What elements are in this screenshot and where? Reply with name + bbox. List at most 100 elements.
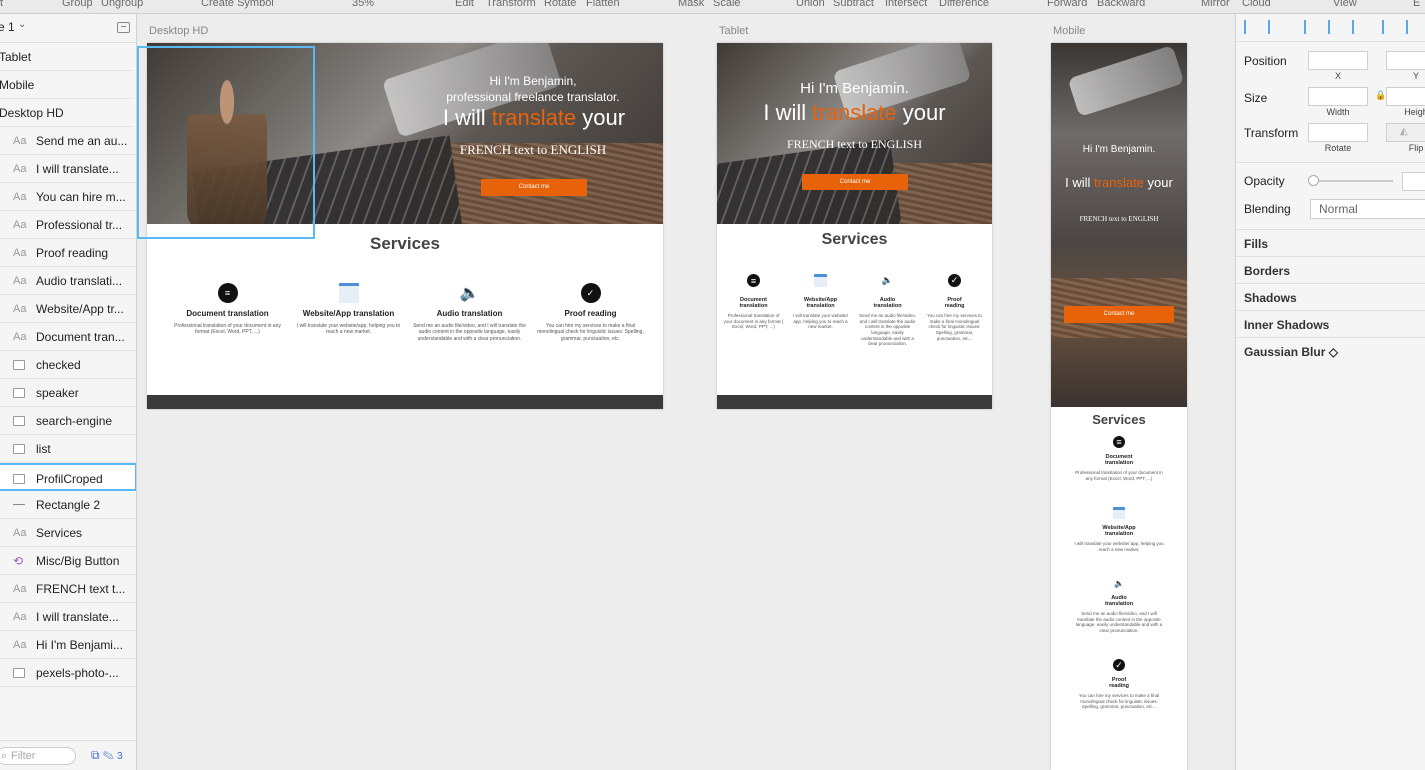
layer-artboard-tablet[interactable]: Tablet (0, 43, 134, 71)
inspector-section-inner-shadows[interactable]: Inner Shadows (1236, 310, 1425, 337)
align-center-icon[interactable] (1328, 20, 1341, 34)
layer-item[interactable]: pexels-photo-... (0, 659, 136, 687)
inspector-section-shadows[interactable]: Shadows (1236, 283, 1425, 310)
inspector-section-borders[interactable]: Borders (1236, 256, 1425, 283)
layer-item[interactable]: Aa FRENCH text t... (0, 575, 136, 603)
flip-button[interactable]: ◭ (1386, 123, 1425, 142)
service-description: Send me an audio file/video, and I will … (413, 323, 526, 342)
alignment-toolbar (1236, 14, 1425, 42)
difference-button[interactable]: Difference (939, 0, 989, 9)
ungroup-button[interactable]: Ungroup (101, 0, 143, 9)
layer-item[interactable]: ProfilCroped (0, 463, 136, 491)
y-field[interactable] (1386, 51, 1425, 70)
view-button[interactable]: View (1333, 0, 1357, 9)
align-left-icon[interactable] (1304, 20, 1317, 34)
height-field[interactable] (1386, 87, 1425, 106)
flip-label: Flip (1408, 143, 1424, 153)
align-right-icon[interactable] (1352, 20, 1365, 34)
edit-button[interactable]: Edit (455, 0, 474, 9)
zoom-level[interactable]: 35% (352, 0, 374, 9)
subtract-button[interactable]: Subtract (833, 0, 874, 9)
filter-icons[interactable]: ⧉ ✎ 3 (91, 748, 123, 763)
rotate-button[interactable]: Rotate (544, 0, 576, 9)
text-layer-icon: Aa (13, 331, 27, 343)
layer-item[interactable]: Aa Send me an au... (0, 127, 136, 155)
layer-item[interactable]: Aa Document tran... (0, 323, 136, 351)
rotate-field[interactable] (1308, 123, 1368, 142)
layer-item[interactable]: search-engine (0, 407, 136, 435)
inspector-section-fills[interactable]: Fills (1236, 229, 1425, 256)
image-layer-icon (13, 388, 25, 398)
layer-artboard-desktop-hd[interactable]: Desktop HD (0, 99, 134, 127)
backward-button[interactable]: Backward (1097, 0, 1145, 9)
artboard-mobile[interactable]: Hi I'm Benjamin. I will translate your F… (1051, 43, 1187, 770)
hero-language-pair: FRENCH text to ENGLISH (1079, 215, 1159, 223)
layer-item[interactable]: Aa Website/App tr... (0, 295, 136, 323)
opacity-field[interactable] (1402, 172, 1425, 191)
layer-item[interactable]: speaker (0, 379, 136, 407)
distribute-horizontal-icon[interactable] (1244, 20, 1257, 34)
scale-button[interactable]: Scale (713, 0, 741, 9)
contact-button[interactable]: Contact me (802, 174, 908, 190)
opacity-slider-handle[interactable] (1308, 175, 1319, 186)
filter-input[interactable]: ⌕ Filter (0, 747, 76, 765)
page-selector[interactable]: e 1⌄ (0, 14, 136, 43)
selection-outline[interactable] (137, 46, 315, 239)
layer-item[interactable]: Aa Proof reading (0, 239, 136, 267)
layer-item[interactable]: checked (0, 351, 136, 379)
artboard-label-desktop[interactable]: Desktop HD (149, 25, 208, 37)
layer-item[interactable]: Aa Hi I'm Benjami... (0, 631, 136, 659)
inspector-section-gaussian-blur[interactable]: Gaussian Blur ◇ (1236, 337, 1425, 364)
text-layer-icon: Aa (13, 219, 27, 231)
image-layer-icon (13, 444, 25, 454)
layer-item[interactable]: Aa I will translate... (0, 155, 136, 183)
service-card: Website/App translation I will translate … (288, 283, 409, 336)
flatten-button[interactable]: Flatten (586, 0, 620, 9)
blending-select[interactable]: Normal (1310, 199, 1425, 219)
speaker-icon: 🔈 (1114, 578, 1124, 588)
layer-item[interactable]: list (0, 435, 136, 463)
hero-headline: I will translate your (763, 100, 946, 125)
union-button[interactable]: Union (796, 0, 825, 9)
group-button[interactable]: Group (62, 0, 93, 9)
artboard-tablet[interactable]: Hi I'm Benjamin. I will translate your F… (717, 43, 992, 409)
chevron-down-icon[interactable]: ⌄ (18, 19, 26, 30)
contact-button[interactable]: Contact me (481, 179, 587, 196)
transform-button[interactable]: Transform (486, 0, 536, 9)
artboard-label-tablet[interactable]: Tablet (719, 25, 748, 37)
service-title: translation (873, 303, 902, 309)
rotate-label: Rotate (1324, 143, 1352, 153)
align-middle-icon[interactable] (1406, 20, 1419, 34)
artboard-label-mobile[interactable]: Mobile (1053, 25, 1085, 37)
opacity-slider[interactable] (1313, 180, 1393, 182)
layer-item[interactable]: Aa Audio translati... (0, 267, 136, 295)
toolbar-item[interactable]: t (0, 0, 3, 9)
contact-button[interactable]: Contact me (1064, 306, 1174, 323)
mirror-button[interactable]: Mirror (1201, 0, 1230, 9)
layer-item[interactable]: Rectangle 2 (0, 491, 136, 519)
layer-item[interactable]: ⟲ Misc/Big Button (0, 547, 136, 575)
page-name[interactable]: e 1 (0, 20, 15, 34)
distribute-vertical-icon[interactable] (1268, 20, 1281, 34)
export-button[interactable]: E (1413, 0, 1420, 9)
filter-placeholder: Filter (11, 750, 36, 762)
y-label: Y (1412, 71, 1419, 81)
canvas[interactable]: Desktop HD Hi I'm Benjamin, professional… (137, 14, 1235, 770)
align-top-icon[interactable] (1382, 20, 1395, 34)
collapse-icon[interactable] (117, 22, 130, 33)
x-field[interactable] (1308, 51, 1368, 70)
layer-item[interactable]: Aa Services (0, 519, 136, 547)
lock-icon[interactable]: 🔒 (1375, 90, 1386, 101)
layer-item[interactable]: Aa Professional tr... (0, 211, 136, 239)
layer-item[interactable]: Aa You can hire m... (0, 183, 136, 211)
layer-artboard-mobile[interactable]: Mobile (0, 71, 134, 99)
width-field[interactable] (1308, 87, 1368, 106)
layer-label: Misc/Big Button (36, 554, 120, 568)
cloud-button[interactable]: Cloud (1242, 0, 1271, 9)
layer-item[interactable]: Aa I will translate... (0, 603, 136, 631)
intersect-button[interactable]: Intersect (885, 0, 927, 9)
create-symbol-button[interactable]: Create Symbol (201, 0, 274, 9)
forward-button[interactable]: Forward (1047, 0, 1087, 9)
service-card: 🔈 Audio translation Send me an audio file/v… (1059, 577, 1179, 634)
mask-button[interactable]: Mask (678, 0, 704, 9)
